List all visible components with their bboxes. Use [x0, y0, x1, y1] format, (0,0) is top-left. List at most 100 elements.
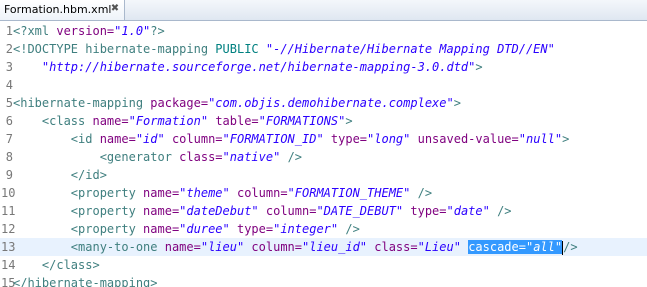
- line-code: <property name="theme" column="FORMATION…: [13, 184, 432, 202]
- code-token: </id>: [13, 168, 107, 182]
- code-line[interactable]: 4: [0, 76, 647, 94]
- code-token: "lieu": [200, 240, 252, 254]
- editor-tab-title: Formation.hbm.xml: [4, 3, 112, 16]
- code-token: "-//Hibernate/Hibernate Mapping DTD//EN": [265, 42, 555, 56]
- code-line[interactable]: 10 <property name="theme" column="FORMAT…: [0, 184, 647, 202]
- line-code: <!DOCTYPE hibernate-mapping PUBLIC "-//H…: [13, 40, 555, 58]
- line-number: 15: [1, 276, 16, 287]
- code-token: "FORMATIONS": [258, 114, 346, 128]
- code-token: <property: [13, 222, 144, 236]
- code-line-current[interactable]: 13 <many-to-one name="lieu" column="lieu…: [0, 238, 647, 256]
- code-token: table=: [215, 114, 259, 128]
- line-number: 1: [5, 24, 13, 38]
- line-number: 6: [5, 114, 13, 128]
- code-token: "theme": [179, 186, 237, 200]
- code-token: name=: [143, 204, 180, 218]
- code-token: unsaved-value=: [417, 132, 519, 146]
- line-number: 10: [1, 186, 16, 200]
- code-token: "lieu_id": [302, 240, 375, 254]
- code-token: >: [345, 114, 353, 128]
- code-line[interactable]: 12 <property name="duree" type="integer"…: [0, 220, 647, 238]
- line-code: </id>: [13, 166, 107, 184]
- code-token: <id: [13, 132, 100, 146]
- code-token: column=: [171, 132, 223, 146]
- code-token: type=: [410, 204, 447, 218]
- line-code: <hibernate-mapping package="com.objis.de…: [13, 94, 461, 112]
- code-token: "date": [446, 204, 498, 218]
- code-token: />: [497, 204, 512, 218]
- code-line[interactable]: 2 <!DOCTYPE hibernate-mapping PUBLIC "-//…: [0, 40, 647, 58]
- code-token: <property: [13, 204, 144, 218]
- code-token: />: [563, 240, 578, 254]
- close-icon[interactable]: ✖: [109, 3, 121, 15]
- editor-tab-bar: Formation.hbm.xml ✖: [0, 0, 647, 21]
- code-token: name=: [143, 186, 180, 200]
- code-token: </hibernate-mapping>: [13, 276, 158, 287]
- code-token: <generator: [13, 150, 180, 164]
- code-editor[interactable]: 1 <?xml version="1.0"?> 2 <!DOCTYPE hiberna…: [0, 22, 647, 287]
- line-number: 12: [1, 222, 16, 236]
- code-token: ?>: [150, 24, 165, 38]
- code-token: name=: [92, 114, 129, 128]
- code-line[interactable]: 8 <generator class="native" />: [0, 148, 647, 166]
- code-token: "Formation": [128, 114, 216, 128]
- code-line[interactable]: 14 </class>: [0, 256, 647, 274]
- code-token: column=: [236, 186, 288, 200]
- line-code: <class name="Formation" table="FORMATION…: [13, 112, 353, 130]
- code-token: "id": [135, 132, 172, 146]
- code-token: class=: [179, 150, 223, 164]
- code-token: >: [475, 60, 483, 74]
- code-line[interactable]: 3 "http://hibernate.sourceforge.net/hibe…: [0, 58, 647, 76]
- code-token: name=: [99, 132, 136, 146]
- code-token: version=: [56, 24, 115, 38]
- code-token: class=: [374, 240, 418, 254]
- selected-text: cascade=: [468, 240, 526, 254]
- line-code: <property name="duree" type="integer" />: [13, 220, 360, 238]
- code-token: "FORMATION_THEME": [287, 186, 418, 200]
- code-token: "long": [367, 132, 418, 146]
- code-token: />: [287, 150, 303, 164]
- code-token: name=: [143, 222, 180, 236]
- line-number: 13: [1, 240, 16, 254]
- line-code: "http://hibernate.sourceforge.net/hibern…: [13, 58, 483, 76]
- editor-tab[interactable]: Formation.hbm.xml ✖: [0, 0, 125, 20]
- code-token: />: [417, 186, 433, 200]
- line-number: 9: [5, 168, 13, 182]
- code-token: column=: [265, 204, 317, 218]
- line-number: 7: [5, 132, 13, 146]
- selected-text: "all": [525, 240, 563, 254]
- line-number: 14: [1, 258, 16, 272]
- code-token: <class: [13, 114, 93, 128]
- line-code: <generator class="native" />: [13, 148, 302, 166]
- code-token: "null": [518, 132, 563, 146]
- code-token: >: [562, 132, 570, 146]
- code-line[interactable]: 1 <?xml version="1.0"?>: [0, 22, 647, 40]
- line-code: </class>: [13, 256, 100, 274]
- code-token: <?xml: [13, 24, 57, 38]
- code-token: "dateDebut": [179, 204, 266, 218]
- line-number: 11: [1, 204, 16, 218]
- code-token: type=: [330, 132, 368, 146]
- line-code: <id name="id" column="FORMATION_ID" type…: [13, 130, 570, 148]
- code-token: "1.0": [114, 24, 151, 38]
- line-number: 3: [5, 60, 13, 74]
- code-token: "integer": [273, 222, 346, 236]
- line-code: <?xml version="1.0"?>: [13, 22, 165, 40]
- code-token: package=: [150, 96, 209, 110]
- code-line[interactable]: 6 <class name="Formation" table="FORMATI…: [0, 112, 647, 130]
- code-line[interactable]: 7 <id name="id" column="FORMATION_ID" ty…: [0, 130, 647, 148]
- code-token: <property: [13, 186, 144, 200]
- code-token: </class>: [13, 258, 100, 272]
- code-token: type=: [236, 222, 274, 236]
- code-line[interactable]: 11 <property name="dateDebut" column="DA…: [0, 202, 647, 220]
- line-code: <property name="dateDebut" column="DATE_…: [13, 202, 512, 220]
- line-number: 2: [5, 42, 13, 56]
- code-token: <!DOCTYPE hibernate-mapping: [13, 42, 216, 56]
- code-token: PUBLIC: [215, 42, 266, 56]
- code-token: "duree": [179, 222, 237, 236]
- code-line[interactable]: 9 </id>: [0, 166, 647, 184]
- code-line[interactable]: 15 </hibernate-mapping>: [0, 274, 647, 287]
- code-line[interactable]: 5 <hibernate-mapping package="com.objis.d…: [0, 94, 647, 112]
- code-token: name=: [164, 240, 201, 254]
- xml-editor-window: Formation.hbm.xml ✖ 1 <?xml version="1.0"…: [0, 0, 647, 287]
